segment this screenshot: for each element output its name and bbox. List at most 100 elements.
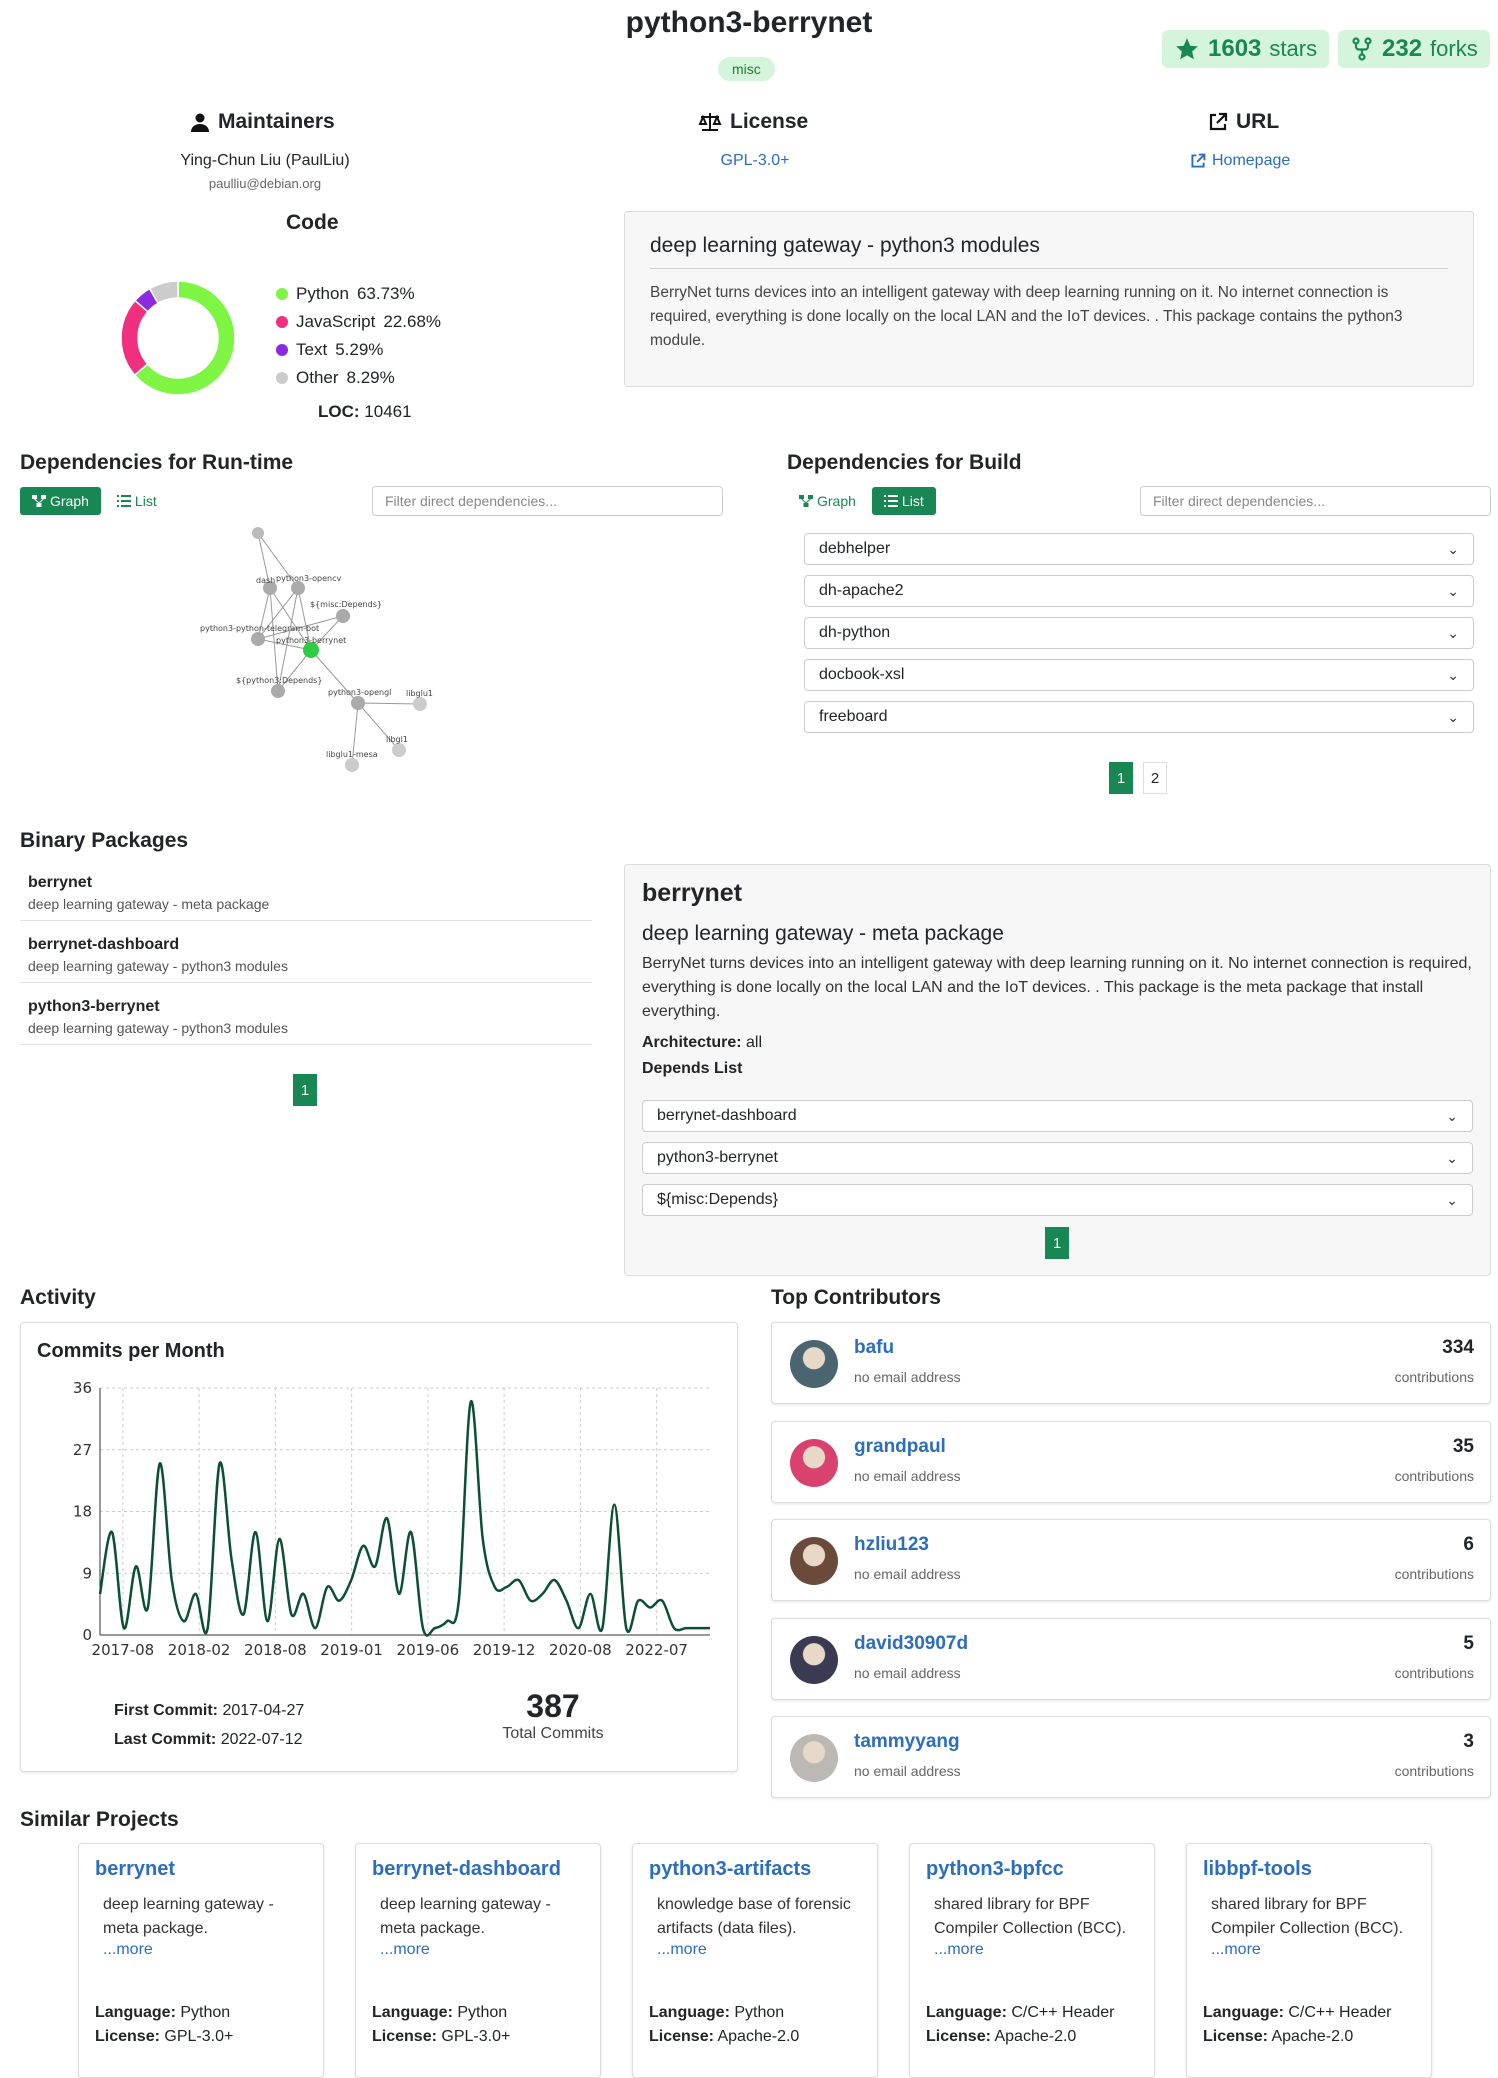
binary-package-item[interactable]: python3-berrynet deep learning gateway - … (20, 990, 592, 1045)
depends-page-1[interactable]: 1 (1045, 1227, 1069, 1259)
contribution-count: 3 (1463, 1731, 1474, 1752)
similar-project-name[interactable]: python3-artifacts (649, 1858, 861, 1881)
legend-pct: 22.68% (383, 312, 442, 331)
forks-badge[interactable]: 232 forks (1338, 30, 1490, 68)
similar-project-name[interactable]: libbpf-tools (1203, 1858, 1415, 1881)
similar-project-name[interactable]: berrynet (95, 1858, 307, 1881)
build-dep-item[interactable]: freeboard ⌄ (804, 701, 1474, 733)
avatar[interactable] (790, 1537, 838, 1585)
avatar[interactable] (790, 1635, 838, 1684)
graph-node-label: ${misc:Depends} (310, 600, 382, 609)
data-point (243, 1613, 245, 1615)
similar-project-name[interactable]: python3-bpfcc (926, 1858, 1138, 1881)
build-page-1[interactable]: 1 (1109, 762, 1133, 794)
build-page-2[interactable]: 2 (1143, 762, 1167, 794)
contributor-card[interactable]: david30907d no email address 5 contribut… (771, 1617, 1491, 1700)
chevron-down-icon: ⌄ (1447, 624, 1459, 641)
similar-project-card[interactable]: python3-bpfcc shared library for BPF Com… (909, 1843, 1155, 2078)
homepage-link-label: Homepage (1212, 152, 1291, 169)
contribution-count: 5 (1463, 1632, 1474, 1654)
contributor-card[interactable]: hzliu123 no email address 6 contribution… (771, 1519, 1491, 1601)
data-point (482, 1538, 484, 1540)
runtime-view-toggle: Graph List (20, 487, 169, 515)
more-link[interactable]: ...more (1203, 1941, 1415, 1959)
depends-item-label: ${misc:Depends} (657, 1191, 778, 1208)
maintainer-name: Ying-Chun Liu (PaulLiu) (180, 152, 350, 169)
build-list-button[interactable]: List (871, 487, 936, 515)
contributor-card[interactable]: bafu no email address 334 contributions (771, 1322, 1491, 1404)
similar-project-card[interactable]: libbpf-tools shared library for BPF Comp… (1186, 1843, 1432, 2078)
binary-package-item[interactable]: berrynet deep learning gateway - meta pac… (20, 866, 592, 921)
contributor-name[interactable]: hzliu123 (854, 1534, 929, 1556)
contributor-name[interactable]: grandpaul (854, 1436, 946, 1458)
commits-chart: 091827362017-08 2018-02 2018-08 2019-01 2019… (73, 1379, 710, 1659)
data-point (637, 1600, 639, 1602)
maintainer-email[interactable]: paulliu@debian.org (150, 176, 380, 191)
data-point (338, 1600, 340, 1602)
contributor-card[interactable]: tammyyang no email address 3 contributio… (771, 1716, 1491, 1798)
depends-item-label: berrynet-dashboard (657, 1107, 797, 1124)
avatar[interactable] (790, 1340, 838, 1388)
binary-page-1[interactable]: 1 (293, 1074, 317, 1106)
data-point (542, 1593, 544, 1595)
avatar[interactable] (790, 1734, 838, 1782)
build-dep-label: docbook-xsl (819, 666, 905, 683)
graph-node-label: python3-opencv (276, 574, 341, 583)
section-badge[interactable]: misc (718, 57, 775, 81)
similar-project-card[interactable]: python3-artifacts knowledge base of fore… (632, 1843, 878, 2078)
runtime-list-button[interactable]: List (104, 487, 169, 515)
binary-detail-name: berrynet (642, 879, 743, 907)
similar-project-meta: Language: Python License: GPL-3.0+ (372, 2001, 510, 2049)
data-point (266, 1620, 268, 1622)
more-link[interactable]: ...more (649, 1941, 861, 1959)
legend-lang: JavaScript (296, 312, 376, 331)
fork-icon (1352, 37, 1372, 61)
homepage-link[interactable]: Homepage (1190, 152, 1290, 170)
description-text: BerryNet turns devices into an intellige… (650, 284, 1403, 349)
more-link[interactable]: ...more (95, 1941, 307, 1959)
license-value[interactable]: GPL-3.0+ (700, 152, 810, 170)
more-link[interactable]: ...more (372, 1941, 584, 1959)
similar-project-card[interactable]: berrynet-dashboard deep learning gateway… (355, 1843, 601, 2078)
build-graph-button[interactable]: Graph (787, 487, 868, 515)
depends-item[interactable]: python3-berrynet ⌄ (642, 1142, 1473, 1174)
similar-project-card[interactable]: berrynet deep learning gateway - meta pa… (78, 1843, 324, 2078)
build-filter-input[interactable]: Filter direct dependencies... (1140, 486, 1491, 516)
user-icon (191, 113, 209, 132)
build-dep-item[interactable]: docbook-xsl ⌄ (804, 659, 1474, 691)
depends-item[interactable]: ${misc:Depends} ⌄ (642, 1184, 1473, 1216)
runtime-graph-button[interactable]: Graph (20, 487, 101, 515)
depends-item-label: python3-berrynet (657, 1149, 778, 1166)
similar-project-name[interactable]: berrynet-dashboard (372, 1858, 584, 1881)
chevron-down-icon: ⌄ (1447, 666, 1459, 683)
data-point (171, 1579, 173, 1581)
build-dep-item[interactable]: debhelper ⌄ (804, 533, 1474, 565)
runtime-filter-input[interactable]: Filter direct dependencies... (372, 486, 723, 516)
binary-packages-heading: Binary Packages (20, 829, 189, 852)
language-donut-chart (120, 280, 236, 396)
data-point (697, 1627, 699, 1629)
x-tick-label: 2018-02 (168, 1641, 231, 1659)
contributor-card[interactable]: grandpaul no email address 35 contributi… (771, 1420, 1491, 1503)
chevron-down-icon: ⌄ (1446, 1107, 1458, 1124)
language-value: C/C++ Header (1288, 2004, 1392, 2021)
language-label: Language: (95, 2004, 176, 2021)
binary-package-item[interactable]: berrynet-dashboard deep learning gateway … (20, 928, 592, 983)
depends-item[interactable]: berrynet-dashboard ⌄ (642, 1100, 1473, 1132)
contributor-name[interactable]: tammyyang (854, 1731, 960, 1753)
contributor-name[interactable]: bafu (854, 1337, 894, 1359)
language-label: Language: (1203, 2004, 1284, 2021)
data-point (99, 1593, 101, 1595)
stars-badge[interactable]: 1603 stars (1162, 30, 1330, 68)
avatar[interactable] (790, 1438, 838, 1487)
binary-detail-subtitle: deep learning gateway - meta package (642, 922, 1004, 945)
more-link[interactable]: ...more (926, 1941, 1138, 1959)
build-graph-label: Graph (817, 493, 856, 509)
build-dep-item[interactable]: dh-python ⌄ (804, 617, 1474, 649)
contribution-label: contributions (1394, 1763, 1474, 1779)
binary-package-desc: deep learning gateway - meta package (28, 896, 270, 912)
runtime-dependency-graph[interactable]: python3-opencv dash ${misc:Depends} pyth… (190, 525, 450, 775)
contributor-name[interactable]: david30907d (854, 1633, 968, 1655)
total-commits-label: Total Commits (502, 1725, 604, 1742)
build-dep-item[interactable]: dh-apache2 ⌄ (804, 575, 1474, 607)
